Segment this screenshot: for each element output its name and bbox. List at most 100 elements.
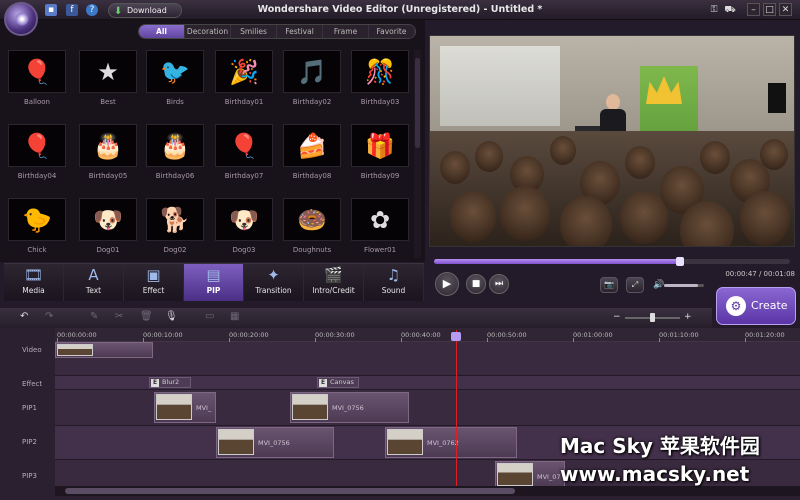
library-scroll-thumb[interactable]	[415, 58, 420, 148]
library-item-label: Birthday02	[292, 98, 332, 106]
stop-icon[interactable]: ■	[466, 274, 486, 294]
timeline-scroll-thumb[interactable]	[65, 488, 515, 494]
video-clip[interactable]	[55, 342, 153, 358]
split-icon[interactable]: ▦	[230, 311, 239, 322]
pip3-clip-a[interactable]: MVI_07	[495, 461, 565, 488]
library-item[interactable]: 🎵 Birthday02	[283, 50, 341, 106]
volume-icon[interactable]: 🔊	[653, 280, 664, 290]
library-item-thumbnail[interactable]: 🎉	[215, 50, 273, 93]
ruler-tick-label: 00:00:30:00	[315, 331, 355, 339]
pip2-clip-a[interactable]: MVI_0756	[216, 427, 334, 458]
library-item-thumbnail[interactable]: 🐤	[8, 198, 66, 241]
crop-icon[interactable]: ▭	[205, 311, 214, 322]
library-item-thumbnail[interactable]: ✿	[351, 198, 409, 241]
library-item-thumbnail[interactable]: 🍰	[283, 124, 341, 167]
library-item[interactable]: 🍰 Birthday08	[283, 124, 341, 180]
library-item-thumbnail[interactable]: 🍩	[283, 198, 341, 241]
library-item[interactable]: 🐶 Dog03	[215, 198, 273, 254]
library-item-thumbnail[interactable]: 🎈	[8, 50, 66, 93]
effect-clip-blur[interactable]: E Blur2	[149, 377, 191, 388]
volume-slider[interactable]	[664, 284, 704, 287]
pip1-clip-a[interactable]: MVI_	[154, 392, 216, 423]
library-item[interactable]: 🎂 Birthday05	[79, 124, 137, 180]
snapshot-icon[interactable]: 📷	[600, 277, 618, 293]
library-item-image-icon: 🐦	[160, 58, 190, 86]
microphone-icon[interactable]: 🎙	[165, 311, 178, 322]
effect-clip-canvas[interactable]: E Canvas	[317, 377, 359, 388]
library-scrollbar[interactable]	[414, 50, 421, 258]
library-item-thumbnail[interactable]: 🐕	[146, 198, 204, 241]
library-item[interactable]: 🎉 Birthday01	[215, 50, 273, 106]
nav-tab-media[interactable]: 🎞 Media	[4, 264, 64, 301]
library-item[interactable]: 🎁 Birthday09	[351, 124, 409, 180]
zoom-in-icon[interactable]: +	[684, 312, 692, 322]
play-icon[interactable]: ▶	[435, 272, 459, 296]
redo-icon[interactable]: ↷	[45, 311, 53, 322]
library-tab-decoration[interactable]: Decoration	[185, 25, 231, 38]
library-item-thumbnail[interactable]: 🐶	[215, 198, 273, 241]
nav-tab-sound[interactable]: ♫ Sound	[364, 264, 424, 301]
library-item[interactable]: 🐕 Dog02	[146, 198, 204, 254]
library-tab-all[interactable]: All	[139, 25, 185, 38]
library-item-thumbnail[interactable]: 🎵	[283, 50, 341, 93]
library-tab-favorite[interactable]: Favorite	[369, 25, 415, 38]
minimize-icon[interactable]: –	[747, 3, 760, 16]
library-item[interactable]: 🎈 Balloon	[8, 50, 66, 106]
track-effect[interactable]: E Blur2 E Canvas	[55, 376, 800, 390]
delete-icon[interactable]: 🗑	[140, 311, 153, 322]
create-button[interactable]: ⚙ Create	[716, 287, 796, 325]
track-pip1[interactable]: MVI_ MVI_0756	[55, 390, 800, 426]
playhead-line[interactable]	[456, 330, 457, 490]
edit-icon[interactable]: ✎	[90, 311, 98, 322]
library-item-thumbnail[interactable]: 🐶	[79, 198, 137, 241]
library-item[interactable]: 🐤 Chick	[8, 198, 66, 254]
playhead-handle[interactable]	[451, 332, 461, 341]
playback-progress-bar[interactable]	[434, 257, 790, 266]
library-item-thumbnail[interactable]: 🎂	[146, 124, 204, 167]
library-item-thumbnail[interactable]: 🎁	[351, 124, 409, 167]
zoom-slider-knob[interactable]	[649, 313, 655, 322]
library-item[interactable]: 🎈 Birthday04	[8, 124, 66, 180]
undo-icon[interactable]: ↶	[20, 311, 28, 322]
restore-icon[interactable]: □	[763, 3, 776, 16]
library-item-thumbnail[interactable]: 🎈	[8, 124, 66, 167]
nav-tab-effect[interactable]: ▣ Effect	[124, 264, 184, 301]
pip2-clip-b[interactable]: MVI_0762	[385, 427, 517, 458]
library-item[interactable]: ★ Best	[79, 50, 137, 106]
library-item-thumbnail[interactable]: 🎊	[351, 50, 409, 93]
fullscreen-icon[interactable]: ⤢	[626, 277, 644, 293]
track-video[interactable]	[55, 342, 800, 376]
nav-tab-pip[interactable]: ▤ PIP	[184, 264, 244, 301]
close-icon[interactable]: ✕	[779, 3, 792, 16]
playback-progress-knob[interactable]	[675, 257, 684, 266]
library-item-thumbnail[interactable]: 🎈	[215, 124, 273, 167]
effect-badge-icon: E	[319, 379, 327, 387]
next-frame-icon[interactable]: ⏭	[489, 274, 509, 294]
library-item[interactable]: 🐦 Birds	[146, 50, 204, 106]
key-icon[interactable]: ⚿	[708, 4, 720, 16]
library-tab-festival[interactable]: Festival	[277, 25, 323, 38]
timeline-ruler[interactable]: 00:00:00:00 00:00:10:00 00:00:20:00 00:00:3…	[55, 328, 800, 342]
library-item-label: Flower01	[363, 246, 397, 254]
cut-icon[interactable]: ✂	[115, 311, 123, 322]
library-item[interactable]: 🎂 Birthday06	[146, 124, 204, 180]
nav-tab-intro-credit[interactable]: 🎬 Intro/Credit	[304, 264, 364, 301]
library-item[interactable]: ✿ Flower01	[351, 198, 409, 254]
library-item[interactable]: 🍩 Doughnuts	[283, 198, 341, 254]
library-item-thumbnail[interactable]: 🎂	[79, 124, 137, 167]
library-tab-smilies[interactable]: Smilies	[231, 25, 277, 38]
pip1-clip-b[interactable]: MVI_0756	[290, 392, 409, 423]
library-item-thumbnail[interactable]: ★	[79, 50, 137, 93]
nav-tab-transition[interactable]: ✦ Transition	[244, 264, 304, 301]
cart-icon[interactable]: ⛟	[724, 4, 736, 16]
library-tab-frame[interactable]: Frame	[323, 25, 369, 38]
library-item-thumbnail[interactable]: 🐦	[146, 50, 204, 93]
nav-tab-label: Sound	[381, 286, 406, 295]
nav-tab-text[interactable]: A Text	[64, 264, 124, 301]
audience-head	[440, 151, 470, 184]
library-item[interactable]: 🐶 Dog01	[79, 198, 137, 254]
watermark-line2: www.macsky.net	[560, 462, 750, 486]
zoom-out-icon[interactable]: −	[613, 312, 621, 322]
library-item[interactable]: 🎈 Birthday07	[215, 124, 273, 180]
library-item[interactable]: 🎊 Birthday03	[351, 50, 409, 106]
